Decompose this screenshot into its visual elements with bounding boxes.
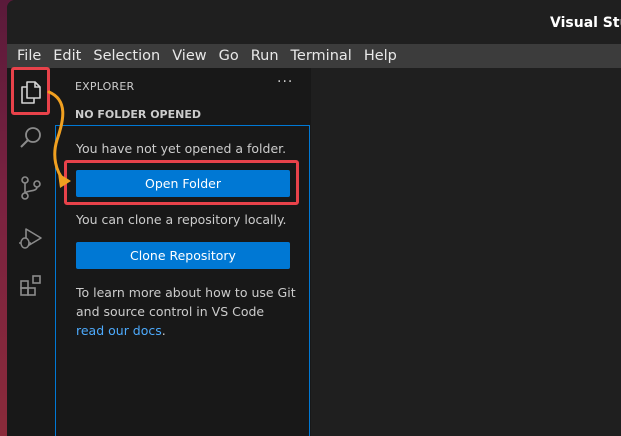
menu-edit[interactable]: Edit [47,44,87,68]
sidebar-title: EXPLORER [75,80,135,93]
title-bar: Visual Stu [7,0,621,44]
activity-bar [7,68,55,436]
docs-end: . [161,323,166,338]
menu-view[interactable]: View [166,44,212,68]
menu-file[interactable]: File [11,44,47,68]
read-docs-link[interactable]: read our docs [76,323,162,338]
clone-message: You can clone a repository locally. [76,212,287,227]
menu-help[interactable]: Help [358,44,403,68]
explorer-sidebar: EXPLORER ··· NO FOLDER OPENED You have n… [55,68,311,436]
open-folder-highlight [64,160,299,205]
vscode-window: Visual Stu File Edit Selection View Go R… [7,0,621,436]
docs-text: To learn more about how to use Git and s… [76,285,296,319]
search-icon[interactable] [13,120,49,156]
explorer-highlight [11,67,50,115]
source-control-icon[interactable] [13,170,49,206]
section-header[interactable]: NO FOLDER OPENED [75,108,201,121]
not-opened-message: You have not yet opened a folder. [76,141,287,156]
docs-paragraph: To learn more about how to use Git and s… [76,283,296,340]
window-title: Visual Stu [550,15,621,31]
clone-repository-button[interactable]: Clone Repository [76,242,290,269]
menu-run[interactable]: Run [245,44,285,68]
menu-terminal[interactable]: Terminal [285,44,358,68]
menu-bar: File Edit Selection View Go Run Terminal… [7,44,621,68]
run-debug-icon[interactable] [13,220,49,256]
menu-go[interactable]: Go [213,44,245,68]
extensions-icon[interactable] [13,268,49,304]
menu-selection[interactable]: Selection [87,44,166,68]
editor-area [311,68,621,436]
more-actions-icon[interactable]: ··· [277,74,293,90]
